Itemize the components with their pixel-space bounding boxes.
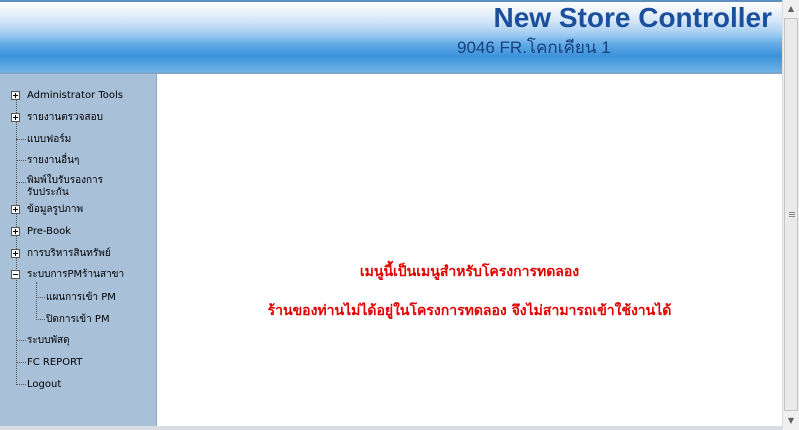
grip-line [789, 216, 795, 217]
expand-plus-icon[interactable] [11, 249, 20, 258]
grip-line [789, 212, 795, 213]
sidebar-item-label: แบบฟอร์ม [27, 134, 72, 145]
sidebar-item-image-data[interactable]: ข้อมูลรูปภาพ [0, 202, 157, 220]
arrow-down-icon[interactable]: ▼ [783, 412, 799, 429]
sidebar-item-asset-management[interactable]: การบริหารสินทรัพย์ [0, 246, 157, 264]
store-name: 9046 FR.โคกเคียน 1 [457, 38, 611, 57]
sidebar-item-label: พิมพ์ใบรับรองการ [27, 175, 104, 186]
sidebar-item-label: ปิดการเข้า PM [46, 314, 110, 325]
pilot-menu-message: เมนูนี้เป็นเมนูสำหรับโครงการทดลอง [359, 264, 580, 280]
sidebar-item-fc-report[interactable]: FC REPORT [0, 355, 157, 373]
sidebar-item-label-line2: รับประกัน [27, 187, 69, 198]
vertical-scrollbar[interactable]: ▲ ▼ [782, 0, 799, 430]
expand-plus-icon[interactable] [11, 205, 20, 214]
sidebar-item-label: รายงานอื่นๆ [27, 155, 80, 166]
expand-plus-icon[interactable] [11, 91, 20, 100]
bottom-border [0, 426, 782, 430]
sidebar-item-label: Administrator Tools [27, 90, 123, 101]
expand-plus-icon[interactable] [11, 227, 20, 236]
sidebar-item-logout[interactable]: Logout [0, 377, 157, 395]
sidebar-item-label: FC REPORT [27, 357, 83, 368]
arrow-up-icon[interactable]: ▲ [783, 0, 799, 17]
sidebar-item-label: ระบบการPMร้านสาขา [27, 269, 125, 280]
header-banner: New Store Controller 9046 FR.โคกเคียน 1 [0, 0, 782, 74]
sidebar-item-label: Pre-Book [27, 226, 72, 237]
sidebar-item-label: Logout [27, 379, 62, 390]
not-in-pilot-message: ร้านของท่านไม่ได้อยู่ในโครงการทดลอง จึงไ… [267, 303, 672, 319]
sidebar-item-label: ข้อมูลรูปภาพ [27, 204, 84, 215]
sidebar-item-forms[interactable]: แบบฟอร์ม [0, 132, 157, 150]
sidebar-subitem-pm-close[interactable]: ปิดการเข้า PM [0, 312, 157, 330]
sidebar-item-label: การบริหารสินทรัพย์ [27, 248, 111, 259]
sidebar-item-label: ระบบพัสดุ [27, 335, 70, 346]
app-title: New Store Controller [493, 2, 772, 33]
sidebar-subitem-pm-plan[interactable]: แผนการเข้า PM [0, 290, 157, 308]
sidebar-item-label: แผนการเข้า PM [46, 292, 116, 303]
sidebar-item-other-reports[interactable]: รายงานอื่นๆ [0, 153, 157, 171]
sidebar-item-audit-reports[interactable]: รายงานตรวจสอบ [0, 110, 157, 128]
expand-plus-icon[interactable] [11, 113, 20, 122]
sidebar-item-print-warranty[interactable]: พิมพ์ใบรับรองการ รับประกัน [0, 173, 157, 199]
sidebar-item-pre-book[interactable]: Pre-Book [0, 224, 157, 242]
collapse-minus-icon[interactable] [11, 270, 20, 279]
sidebar-item-pm-system[interactable]: ระบบการPMร้านสาขา [0, 267, 157, 285]
sidebar-menu: Administrator Tools รายงานตรวจสอบ แบบฟอร… [0, 74, 157, 430]
sidebar-item-label: รายงานตรวจสอบ [27, 112, 103, 123]
scrollbar-thumb[interactable] [784, 18, 798, 411]
sidebar-item-supplies[interactable]: ระบบพัสดุ [0, 333, 157, 351]
main-content: เมนูนี้เป็นเมนูสำหรับโครงการทดลอง ร้านขอ… [157, 74, 782, 426]
grip-line [789, 214, 795, 215]
sidebar-item-administrator-tools[interactable]: Administrator Tools [0, 88, 157, 106]
app-window: New Store Controller 9046 FR.โคกเคียน 1 … [0, 0, 799, 430]
